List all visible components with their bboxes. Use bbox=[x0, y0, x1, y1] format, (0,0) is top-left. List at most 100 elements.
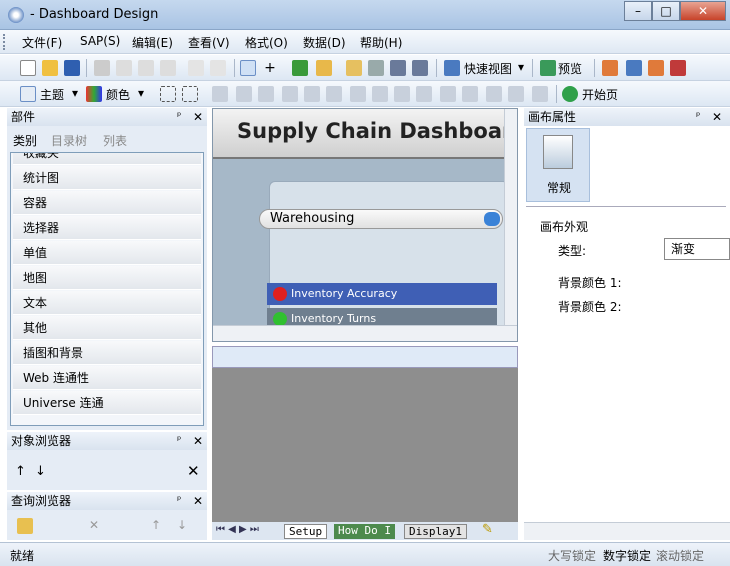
sheet-tab-display1[interactable]: Display1 bbox=[404, 524, 467, 539]
menu-edit[interactable]: 编辑(E) bbox=[132, 34, 173, 51]
minimize-button[interactable]: – bbox=[624, 1, 652, 21]
preview-icon[interactable] bbox=[540, 60, 556, 76]
kpi-row[interactable]: Inventory Accuracy bbox=[267, 283, 497, 305]
theme-icon[interactable] bbox=[20, 86, 36, 102]
list-item-single-value[interactable]: 单值 bbox=[13, 241, 201, 265]
copy-icon[interactable] bbox=[138, 60, 154, 76]
pin-icon[interactable]: ᵖ bbox=[177, 492, 181, 510]
undo-icon[interactable] bbox=[188, 60, 204, 76]
redo-icon[interactable] bbox=[210, 60, 226, 76]
sheet-tab-how-do-i[interactable]: How Do I bbox=[334, 524, 395, 539]
tab-list[interactable]: 列表 bbox=[103, 132, 127, 149]
properties-hscroll[interactable] bbox=[524, 522, 730, 540]
bring-front-icon[interactable] bbox=[440, 86, 456, 102]
warehouse-selector[interactable]: Warehousing bbox=[259, 209, 503, 229]
menu-help[interactable]: 帮助(H) bbox=[360, 34, 402, 51]
theme-dropdown-icon[interactable]: ▾ bbox=[72, 86, 78, 100]
send-backward-icon[interactable] bbox=[508, 86, 524, 102]
refresh-icon[interactable] bbox=[626, 60, 642, 76]
export-icon[interactable] bbox=[316, 60, 332, 76]
menu-data[interactable]: 数据(D) bbox=[303, 34, 346, 51]
panel-close-icon[interactable]: ✕ bbox=[193, 108, 203, 126]
type-select[interactable]: 渐变 bbox=[664, 238, 730, 260]
add-query-icon[interactable] bbox=[17, 518, 33, 534]
align-bottom-icon[interactable] bbox=[326, 86, 342, 102]
same-width-icon[interactable] bbox=[350, 86, 366, 102]
pdf-icon[interactable] bbox=[670, 60, 686, 76]
start-page-label[interactable]: 开始页 bbox=[582, 86, 618, 103]
menu-format[interactable]: 格式(O) bbox=[245, 34, 288, 51]
panel-close-icon[interactable]: ✕ bbox=[193, 432, 203, 450]
panel-close-icon[interactable]: ✕ bbox=[193, 492, 203, 510]
maximize-button[interactable]: □ bbox=[652, 1, 680, 21]
layer-icon[interactable] bbox=[532, 86, 548, 102]
close-button[interactable]: ✕ bbox=[680, 1, 726, 21]
quick-view-dropdown-icon[interactable]: ▾ bbox=[518, 60, 524, 74]
align-top-icon[interactable] bbox=[282, 86, 298, 102]
same-height-icon[interactable] bbox=[372, 86, 388, 102]
query-up-icon[interactable]: ↑ bbox=[151, 518, 161, 532]
panel-close-icon[interactable]: ✕ bbox=[712, 108, 722, 126]
cut-icon[interactable] bbox=[116, 60, 132, 76]
dashboard-title[interactable]: Supply Chain Dashboard bbox=[237, 119, 517, 143]
delete-query-icon[interactable]: ✕ bbox=[89, 518, 99, 532]
space-h-icon[interactable] bbox=[394, 86, 410, 102]
color-icon[interactable] bbox=[86, 86, 102, 102]
group-icon[interactable] bbox=[160, 86, 176, 102]
align-middle-icon[interactable] bbox=[304, 86, 320, 102]
list-item-favorites[interactable]: 收藏夹 bbox=[13, 153, 201, 165]
print-icon[interactable] bbox=[94, 60, 110, 76]
tool-b-icon[interactable] bbox=[368, 60, 384, 76]
sheet-tab-setup[interactable]: Setup bbox=[284, 524, 328, 539]
new-icon[interactable] bbox=[20, 60, 36, 76]
align-center-icon[interactable] bbox=[236, 86, 252, 102]
category-general[interactable]: 常规 bbox=[526, 128, 590, 202]
sheet-nav-icon[interactable]: ⏮ ◀ ▶ ⏭ bbox=[216, 524, 259, 535]
canvas-vscroll[interactable] bbox=[504, 109, 517, 325]
design-canvas[interactable]: Supply Chain Dashboard Warehousing Inven… bbox=[212, 108, 518, 342]
tool-a-icon[interactable] bbox=[346, 60, 362, 76]
tool-c-icon[interactable] bbox=[390, 60, 406, 76]
list-item-web-connectivity[interactable]: Web 连通性 bbox=[13, 366, 201, 390]
crosshair-icon[interactable]: + bbox=[262, 60, 278, 76]
tool-d-icon[interactable] bbox=[412, 60, 428, 76]
list-item-selectors[interactable]: 选择器 bbox=[13, 216, 201, 240]
menu-file[interactable]: 文件(F) bbox=[22, 34, 62, 51]
save-icon[interactable] bbox=[64, 60, 80, 76]
color-label[interactable]: 颜色 bbox=[106, 86, 130, 103]
space-v-icon[interactable] bbox=[416, 86, 432, 102]
list-item-text[interactable]: 文本 bbox=[13, 291, 201, 315]
pin-icon[interactable]: ᵖ bbox=[177, 432, 181, 450]
dropdown-arrow-icon[interactable] bbox=[484, 212, 500, 226]
pin-icon[interactable]: ᵖ bbox=[177, 108, 181, 126]
list-item-charts[interactable]: 统计图 bbox=[13, 166, 201, 190]
menu-sap[interactable]: SAP(S) bbox=[80, 34, 120, 48]
list-item-containers[interactable]: 容器 bbox=[13, 191, 201, 215]
align-right-icon[interactable] bbox=[258, 86, 274, 102]
canvas-hscroll[interactable] bbox=[213, 325, 517, 341]
spreadsheet-area[interactable] bbox=[212, 346, 518, 522]
quick-view-icon[interactable] bbox=[444, 60, 460, 76]
send-back-icon[interactable] bbox=[462, 86, 478, 102]
tab-tree[interactable]: 目录树 bbox=[51, 132, 87, 149]
list-item-other[interactable]: 其他 bbox=[13, 316, 201, 340]
import-icon[interactable] bbox=[292, 60, 308, 76]
pin-icon[interactable]: ᵖ bbox=[696, 108, 700, 126]
add-sheet-icon[interactable]: ✎ bbox=[482, 522, 493, 537]
start-page-icon[interactable] bbox=[562, 86, 578, 102]
list-item-maps[interactable]: 地图 bbox=[13, 266, 201, 290]
tab-category[interactable]: 类别 bbox=[13, 132, 37, 149]
open-icon[interactable] bbox=[42, 60, 58, 76]
move-down-icon[interactable]: ↓ bbox=[35, 464, 46, 479]
export-swf-icon[interactable] bbox=[648, 60, 664, 76]
list-item-art-background[interactable]: 插图和背景 bbox=[13, 341, 201, 365]
ungroup-icon[interactable] bbox=[182, 86, 198, 102]
preview-label[interactable]: 预览 bbox=[558, 60, 582, 77]
quick-view-label[interactable]: 快速视图 bbox=[464, 60, 512, 77]
paste-icon[interactable] bbox=[160, 60, 176, 76]
move-up-icon[interactable]: ↑ bbox=[15, 464, 26, 479]
color-dropdown-icon[interactable]: ▾ bbox=[138, 86, 144, 100]
delete-icon[interactable]: ✕ bbox=[187, 462, 200, 480]
publish-icon[interactable] bbox=[602, 60, 618, 76]
list-item-universe-connectivity[interactable]: Universe 连通 bbox=[13, 391, 201, 415]
